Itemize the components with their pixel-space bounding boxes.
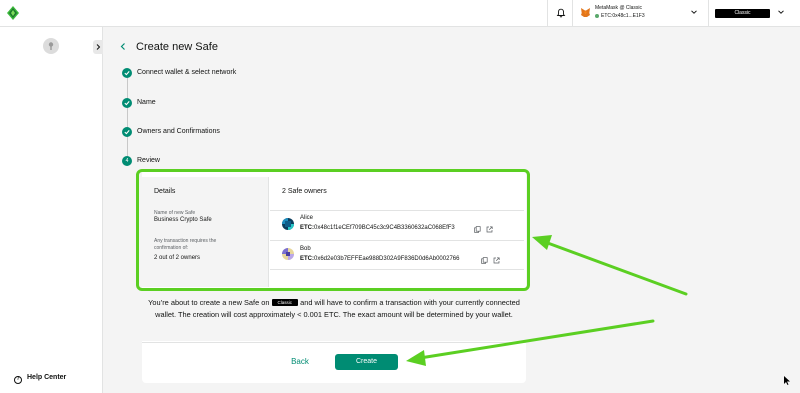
cost-info-text: You’re about to create a new Safe on Cla… <box>142 297 526 321</box>
top-bar: MetaMask @ Classic ETC:0x48c1...E1F3 Cla… <box>0 0 800 27</box>
question-icon: ? <box>14 376 22 384</box>
chevron-right-icon <box>96 44 101 50</box>
safe-logo-icon[interactable] <box>6 6 20 20</box>
step-done-icon <box>122 68 132 78</box>
divider <box>142 342 526 343</box>
step-done-icon <box>122 127 132 137</box>
step-done-icon <box>122 98 132 108</box>
step-connect-wallet: Connect wallet & select network <box>137 69 237 76</box>
sidebar: ? Help Center <box>0 27 103 393</box>
mouse-cursor-icon <box>784 376 790 385</box>
stepper-line <box>127 78 128 160</box>
wallet-address-text: ETC:0x48c1...E1F3 <box>601 13 645 19</box>
step-owners: Owners and Confirmations <box>137 128 220 135</box>
annotation-highlight-box <box>136 169 530 291</box>
wallet-name[interactable]: MetaMask @ Classic <box>595 5 642 11</box>
help-center-link[interactable]: ? Help Center <box>14 374 66 384</box>
network-dot-icon <box>595 13 599 18</box>
step-name: Name <box>137 99 156 106</box>
topbar-divider <box>708 0 709 27</box>
back-chevron-icon[interactable] <box>119 42 127 51</box>
chevron-down-icon[interactable] <box>690 8 698 16</box>
page-title: Create new Safe <box>136 41 218 53</box>
step-number-badge: 4 <box>122 156 132 166</box>
create-button[interactable]: Create <box>335 354 398 370</box>
annotation-arrowhead <box>532 235 552 250</box>
annotation-arrow-line <box>543 240 688 296</box>
bell-icon[interactable] <box>556 8 566 18</box>
sidebar-toggle[interactable] <box>93 40 103 54</box>
network-selector[interactable]: Classic <box>715 9 770 18</box>
back-button[interactable]: Back <box>281 355 319 369</box>
info-text-part1: You’re about to create a new Safe on <box>148 298 270 307</box>
wallet-address[interactable]: ETC:0x48c1...E1F3 <box>595 13 645 19</box>
help-center-label: Help Center <box>27 374 67 381</box>
step-review: Review <box>137 157 160 164</box>
metamask-fox-icon <box>581 8 590 17</box>
network-chip: Classic <box>271 299 299 306</box>
topbar-divider <box>547 0 548 27</box>
topbar-divider <box>572 0 573 27</box>
safe-avatar-placeholder <box>43 38 59 54</box>
key-icon <box>48 42 54 50</box>
chevron-down-icon[interactable] <box>777 8 785 16</box>
